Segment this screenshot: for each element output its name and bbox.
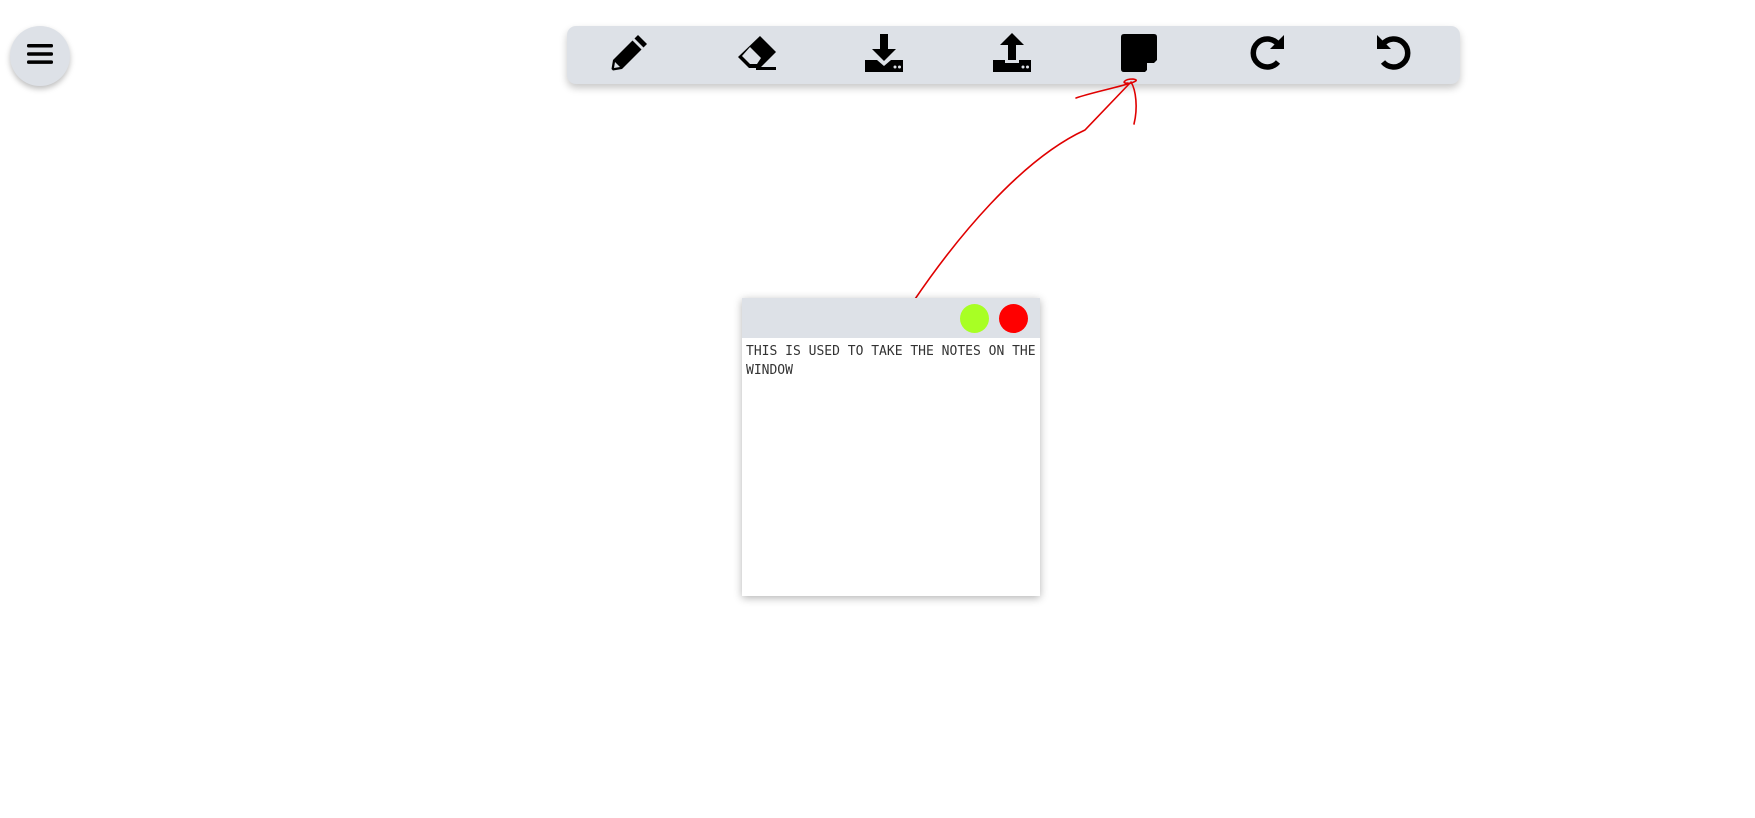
sticky-note-icon	[1118, 32, 1160, 78]
download-icon	[863, 32, 905, 78]
note-header[interactable]	[742, 298, 1040, 338]
undo-button[interactable]	[1371, 32, 1417, 78]
hamburger-menu-icon	[27, 43, 53, 69]
note-close-button[interactable]	[999, 304, 1028, 333]
download-button[interactable]	[861, 32, 907, 78]
pencil-icon	[608, 32, 650, 78]
upload-button[interactable]	[989, 32, 1035, 78]
note-textarea[interactable]: THIS IS USED TO TAKE THE NOTES ON THE WI…	[742, 338, 1040, 596]
note-minimize-button[interactable]	[960, 304, 989, 333]
redo-icon	[1246, 32, 1288, 78]
redo-button[interactable]	[1244, 32, 1290, 78]
eraser-button[interactable]	[734, 32, 780, 78]
pencil-button[interactable]	[606, 32, 652, 78]
upload-icon	[991, 32, 1033, 78]
menu-button[interactable]	[10, 26, 70, 86]
sticky-note-window: THIS IS USED TO TAKE THE NOTES ON THE WI…	[742, 298, 1040, 596]
toolbar	[567, 26, 1460, 84]
undo-icon	[1373, 32, 1415, 78]
eraser-icon	[736, 32, 778, 78]
sticky-note-button[interactable]	[1116, 32, 1162, 78]
